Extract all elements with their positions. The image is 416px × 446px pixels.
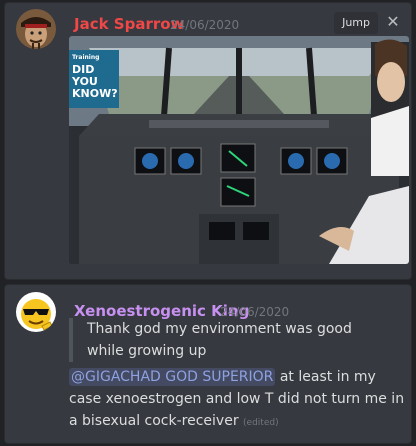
cool-emoji-avatar-icon[interactable] [16,292,56,332]
close-icon[interactable]: ✕ [384,11,402,33]
quote-line-2: while growing up [87,343,207,359]
cockpit-illustration [69,36,409,264]
quote-line-1: Thank god my environment was good [87,321,352,337]
edited-indicator: (edited) [243,418,279,428]
message-timestamp: 24/06/2020 [170,18,240,32]
block-quote: Thank god my environment was good while … [69,318,389,362]
badge-line-3: KNOW? [72,87,118,100]
author-name[interactable]: Jack Sparrow [74,15,184,33]
user-mention[interactable]: @GIGACHAD GOD SUPERIOR [69,368,276,386]
pirate-avatar-icon[interactable] [16,9,56,49]
message-timestamp: 24/06/2020 [220,305,290,319]
training-brand-label: Training [72,54,100,61]
did-you-know-badge: DID YOU KNOW? [72,64,118,100]
message-body: @GIGACHAD GOD SUPERIOR at least in my ca… [69,366,405,434]
jump-button[interactable]: Jump [334,12,378,34]
embedded-cockpit-image[interactable]: Training DID YOU KNOW? [69,36,409,264]
